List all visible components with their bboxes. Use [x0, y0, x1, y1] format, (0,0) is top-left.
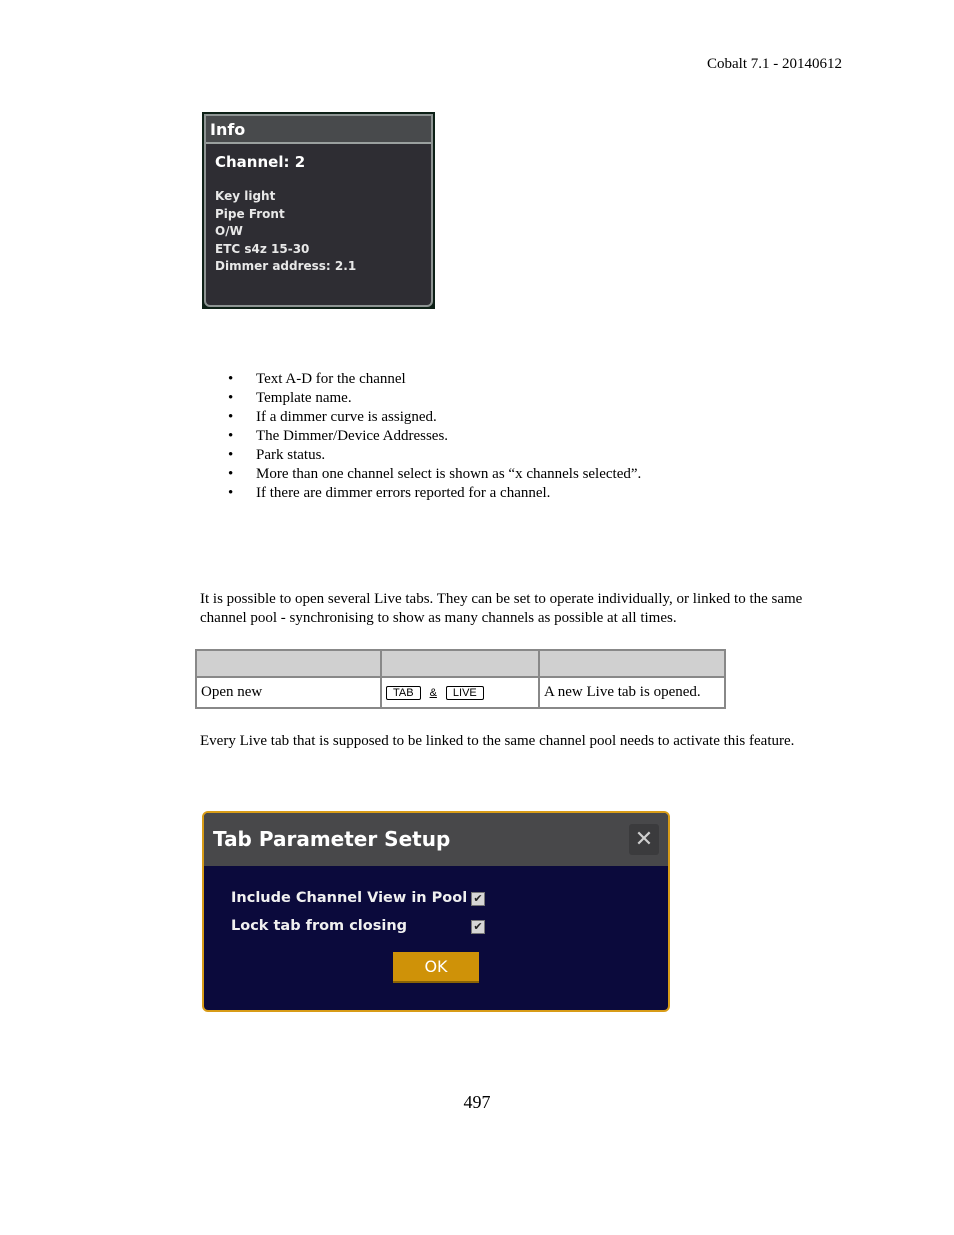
live-key: LIVE: [445, 686, 484, 700]
info-channel: Channel: 2: [215, 153, 306, 171]
lock-tab-label: Lock tab from closing: [231, 918, 408, 934]
info-panel: Info Channel: 2 Key light Pipe Front O/W…: [202, 112, 435, 309]
command-table: Open new TAB & LIVE A new Live tab is open…: [195, 649, 726, 709]
info-lines: Key light Pipe Front O/W ETC s4z 15-30 D…: [215, 188, 431, 276]
doc-version-header: Cobalt 7.1 - 20140612: [707, 56, 842, 72]
include-channel-view-label: Include Channel View in Pool: [231, 890, 468, 906]
tab-parameter-setup-dialog: Tab Parameter Setup ✕ Include Channel Vi…: [202, 811, 670, 1012]
key-joiner: &: [429, 687, 437, 699]
check-icon: ✔: [473, 921, 483, 933]
list-item: The Dimmer/Device Addresses.: [228, 427, 641, 446]
list-item: Text A-D for the channel: [228, 370, 641, 389]
keys-cell: TAB & LIVE: [380, 676, 540, 709]
list-item: Park status.: [228, 446, 641, 465]
close-button[interactable]: ✕: [629, 824, 659, 855]
lock-tab-checkbox[interactable]: ✔: [471, 920, 485, 934]
table-header-cell: [195, 649, 382, 678]
info-bullet-list: Text A-D for the channel Template name. …: [228, 370, 641, 503]
page-number: 497: [463, 1092, 491, 1112]
live-tabs-paragraph: It is possible to open several Live tabs…: [200, 591, 803, 626]
info-line: Key light: [215, 189, 276, 203]
info-line: Pipe Front: [215, 206, 285, 221]
close-icon: ✕: [634, 827, 654, 852]
table-header-cell: [380, 649, 540, 678]
action-cell: Open new: [195, 676, 382, 709]
linked-paragraph: Every Live tab that is supposed to be li…: [200, 733, 795, 749]
info-panel-title: Info: [206, 116, 431, 144]
info-line: Dimmer address: 2.1: [215, 259, 357, 273]
dialog-title-bar: Tab Parameter Setup ✕: [204, 813, 668, 866]
tab-key: TAB: [386, 686, 421, 700]
table-row: Open new TAB & LIVE A new Live tab is open…: [195, 676, 726, 709]
include-channel-view-checkbox[interactable]: ✔: [471, 892, 485, 906]
info-line: O/W: [215, 224, 243, 238]
result-cell: A new Live tab is opened.: [538, 676, 726, 709]
ok-button[interactable]: OK: [393, 952, 479, 983]
list-item: If a dimmer curve is assigned.: [228, 408, 641, 427]
dialog-title: Tab Parameter Setup: [213, 827, 451, 851]
table-header-row: [195, 649, 726, 678]
list-item: Template name.: [228, 389, 641, 408]
info-line: ETC s4z 15-30: [215, 241, 310, 256]
list-item: If there are dimmer errors reported for …: [228, 484, 641, 503]
list-item: More than one channel select is shown as…: [228, 465, 641, 484]
check-icon: ✔: [473, 893, 483, 905]
table-header-cell: [538, 649, 726, 678]
